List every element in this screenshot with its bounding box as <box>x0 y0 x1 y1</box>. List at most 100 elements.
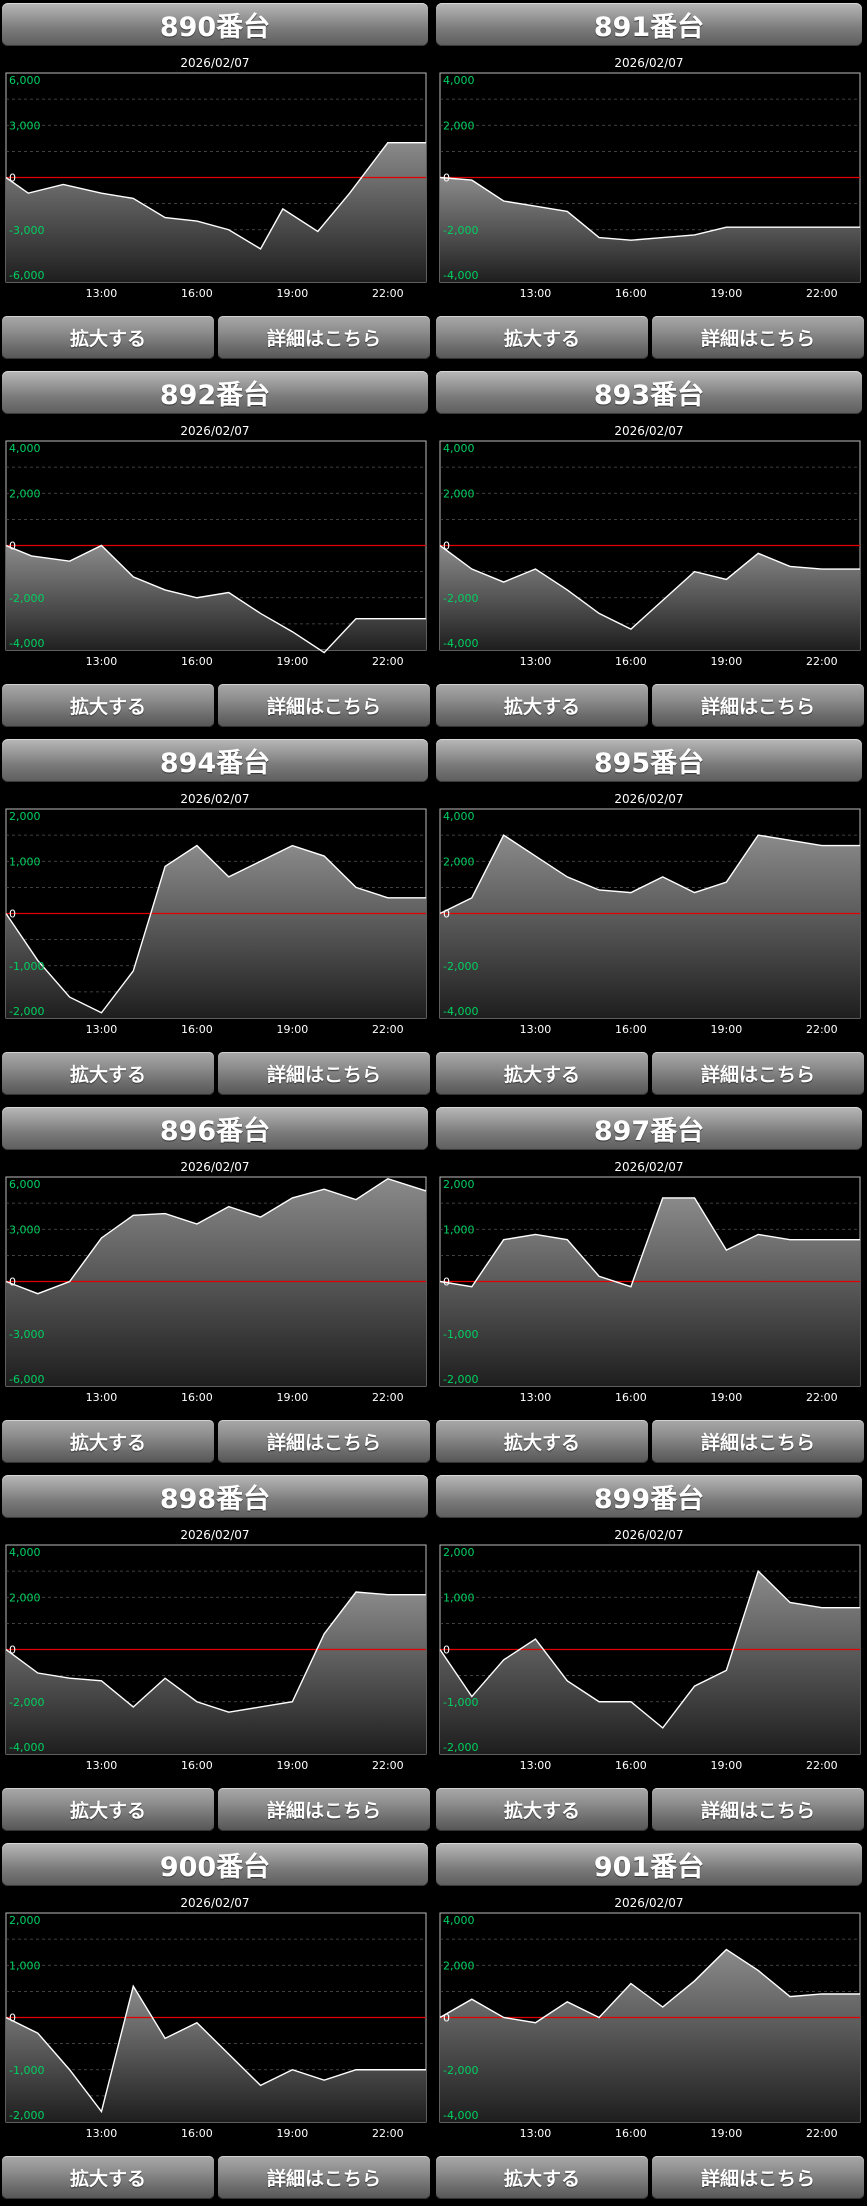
zoom-button[interactable]: 拡大する <box>436 684 648 727</box>
machine-panel: 901番台 2026/02/07 4,000 2,000 0 -2,000 -4,000 13… <box>434 1840 864 2202</box>
y-tick-label: 4,000 <box>443 442 475 455</box>
zoom-button[interactable]: 拡大する <box>436 2156 648 2199</box>
machine-title: 895番台 <box>436 739 862 782</box>
y-tick-label: 1,000 <box>443 1591 475 1604</box>
zoom-button[interactable]: 拡大する <box>2 1788 214 1831</box>
detail-button[interactable]: 詳細はこちら <box>652 1420 864 1463</box>
x-tick-label: 22:00 <box>372 2127 404 2140</box>
chart-date: 2026/02/07 <box>180 792 250 806</box>
detail-button[interactable]: 詳細はこちら <box>218 684 430 727</box>
y-tick-label: -2,000 <box>443 592 478 605</box>
x-tick-label: 19:00 <box>277 1023 309 1036</box>
y-tick-label: 3,000 <box>9 1223 41 1236</box>
payout-chart: 2,000 1,000 0 -1,000 -2,000 13:00 16:00 19:00 22… <box>2 1912 430 2142</box>
x-tick-label: 16:00 <box>181 2127 213 2140</box>
y-tick-label: 4,000 <box>9 442 41 455</box>
x-tick-label: 16:00 <box>615 287 647 300</box>
y-tick-label: 2,000 <box>443 487 475 500</box>
zoom-button[interactable]: 拡大する <box>2 684 214 727</box>
x-tick-label: 19:00 <box>711 1023 743 1036</box>
x-tick-label: 16:00 <box>181 1391 213 1404</box>
y-tick-label: 4,000 <box>443 74 475 87</box>
x-tick-label: 19:00 <box>277 2127 309 2140</box>
zoom-button[interactable]: 拡大する <box>436 1420 648 1463</box>
detail-button[interactable]: 詳細はこちら <box>652 684 864 727</box>
chart-date: 2026/02/07 <box>614 1896 684 1910</box>
detail-button[interactable]: 詳細はこちら <box>218 1052 430 1095</box>
x-tick-label: 16:00 <box>615 1391 647 1404</box>
detail-button[interactable]: 詳細はこちら <box>218 2156 430 2199</box>
payout-chart: 2,000 1,000 0 -1,000 -2,000 13:00 16:00 19:00 22… <box>2 808 430 1038</box>
detail-button[interactable]: 詳細はこちら <box>652 316 864 359</box>
x-tick-label: 16:00 <box>181 1023 213 1036</box>
x-tick-label: 16:00 <box>615 2127 647 2140</box>
chart-svg: 2,000 1,000 0 -1,000 -2,000 13:00 16:00 19:00 22… <box>439 1176 861 1404</box>
y-tick-label: 0 <box>9 1644 16 1657</box>
detail-button[interactable]: 詳細はこちら <box>652 1788 864 1831</box>
y-tick-label: -2,000 <box>9 1696 44 1709</box>
y-tick-label: -2,000 <box>443 224 478 237</box>
zoom-button[interactable]: 拡大する <box>2 1420 214 1463</box>
chart-svg: 4,000 2,000 0 -2,000 -4,000 13:00 16:00 19:00 22… <box>439 72 861 300</box>
y-tick-label: -1,000 <box>9 960 44 973</box>
chart-date: 2026/02/07 <box>614 424 684 438</box>
x-tick-label: 13:00 <box>86 655 118 668</box>
x-tick-label: 13:00 <box>86 2127 118 2140</box>
chart-svg: 4,000 2,000 0 -2,000 -4,000 13:00 16:00 19:00 22… <box>439 440 861 668</box>
zoom-button[interactable]: 拡大する <box>436 316 648 359</box>
detail-button[interactable]: 詳細はこちら <box>218 1420 430 1463</box>
zoom-button[interactable]: 拡大する <box>2 316 214 359</box>
x-tick-label: 19:00 <box>711 287 743 300</box>
machine-title: 901番台 <box>436 1843 862 1886</box>
x-tick-label: 22:00 <box>372 287 404 300</box>
y-tick-label: 0 <box>443 2012 450 2025</box>
machine-title: 900番台 <box>2 1843 428 1886</box>
chart-date: 2026/02/07 <box>180 1528 250 1542</box>
zoom-button[interactable]: 拡大する <box>2 2156 214 2199</box>
chart-svg: 4,000 2,000 0 -2,000 -4,000 13:00 16:00 19:00 22… <box>5 1544 427 1772</box>
payout-chart: 2,000 1,000 0 -1,000 -2,000 13:00 16:00 19:00 22… <box>436 1544 864 1774</box>
detail-button[interactable]: 詳細はこちら <box>652 1052 864 1095</box>
machine-title: 892番台 <box>2 371 428 414</box>
y-tick-label: -2,000 <box>443 1373 478 1386</box>
x-tick-label: 19:00 <box>277 1391 309 1404</box>
y-tick-label: -6,000 <box>9 1373 44 1386</box>
detail-button[interactable]: 詳細はこちら <box>218 1788 430 1831</box>
chart-date: 2026/02/07 <box>614 792 684 806</box>
chart-svg: 4,000 2,000 0 -2,000 -4,000 13:00 16:00 19:00 22… <box>5 440 427 668</box>
y-tick-label: 4,000 <box>443 1914 475 1927</box>
machine-title: 896番台 <box>2 1107 428 1150</box>
x-tick-label: 19:00 <box>711 2127 743 2140</box>
zoom-button[interactable]: 拡大する <box>436 1788 648 1831</box>
chart-svg: 4,000 2,000 0 -2,000 -4,000 13:00 16:00 19:00 22… <box>439 808 861 1036</box>
x-tick-label: 16:00 <box>615 1023 647 1036</box>
y-tick-label: 0 <box>443 1276 450 1289</box>
x-tick-label: 22:00 <box>806 1023 838 1036</box>
zoom-button[interactable]: 拡大する <box>436 1052 648 1095</box>
detail-button[interactable]: 詳細はこちら <box>652 2156 864 2199</box>
machine-panel: 900番台 2026/02/07 2,000 1,000 0 -1,000 -2,000 13… <box>0 1840 430 2202</box>
payout-chart: 4,000 2,000 0 -2,000 -4,000 13:00 16:00 19:00 22… <box>436 808 864 1038</box>
x-tick-label: 22:00 <box>372 1023 404 1036</box>
y-tick-label: 0 <box>443 1644 450 1657</box>
y-tick-label: -2,000 <box>443 960 478 973</box>
machine-title: 891番台 <box>436 3 862 46</box>
zoom-button[interactable]: 拡大する <box>2 1052 214 1095</box>
y-tick-label: 0 <box>443 908 450 921</box>
x-tick-label: 22:00 <box>806 2127 838 2140</box>
x-tick-label: 13:00 <box>520 1759 552 1772</box>
machine-title: 899番台 <box>436 1475 862 1518</box>
y-tick-label: -4,000 <box>9 637 44 650</box>
machine-panel: 898番台 2026/02/07 4,000 2,000 0 -2,000 -4,000 13… <box>0 1472 430 1834</box>
y-tick-label: 0 <box>9 172 16 185</box>
payout-chart: 4,000 2,000 0 -2,000 -4,000 13:00 16:00 19:00 22… <box>436 440 864 670</box>
x-tick-label: 22:00 <box>806 1759 838 1772</box>
y-tick-label: 4,000 <box>9 1546 41 1559</box>
chart-date: 2026/02/07 <box>614 56 684 70</box>
payout-chart: 4,000 2,000 0 -2,000 -4,000 13:00 16:00 19:00 22… <box>436 1912 864 2142</box>
y-tick-label: 2,000 <box>443 855 475 868</box>
x-tick-label: 13:00 <box>86 1759 118 1772</box>
detail-button[interactable]: 詳細はこちら <box>218 316 430 359</box>
x-tick-label: 22:00 <box>372 1391 404 1404</box>
y-tick-label: 0 <box>443 172 450 185</box>
